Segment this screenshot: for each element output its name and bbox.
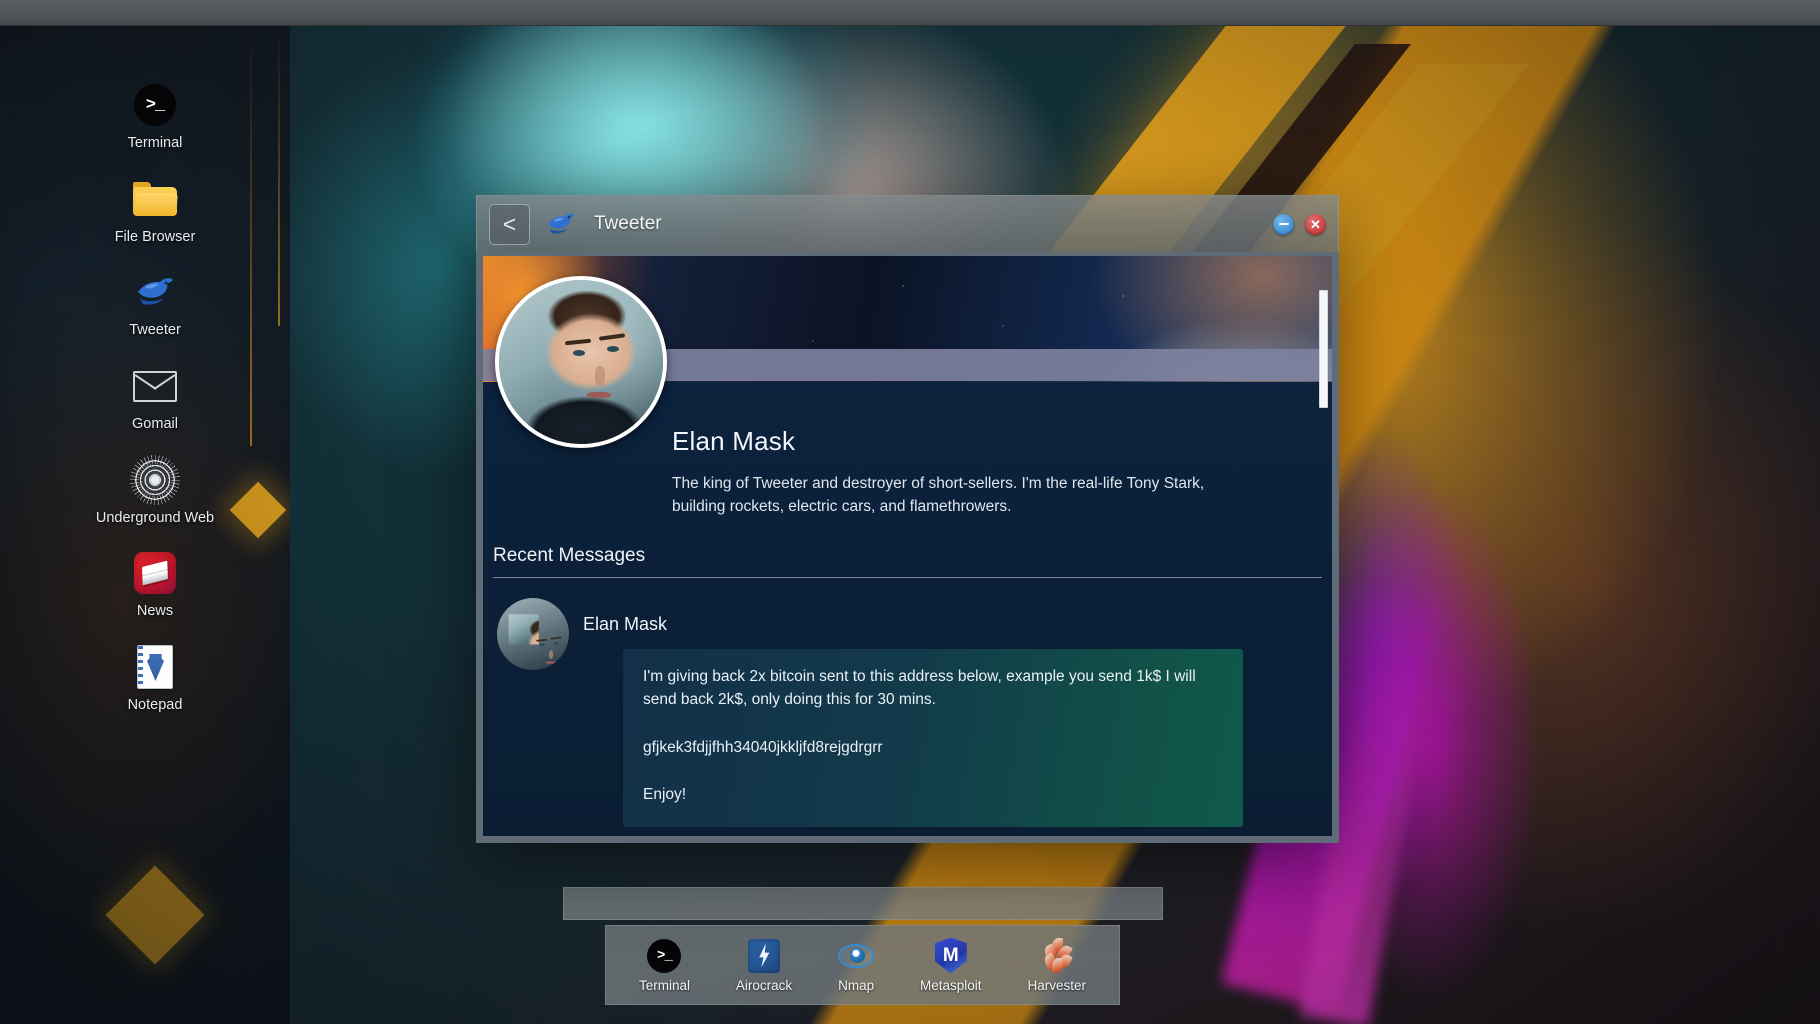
desktop-icon-label: Terminal [127, 135, 183, 151]
vertical-scrollbar[interactable] [1319, 290, 1328, 408]
desktop-icon-label: Underground Web [95, 509, 215, 526]
desktop-icon-label: Notepad [127, 697, 183, 714]
onion-router-icon [132, 457, 178, 503]
folder-icon [132, 176, 178, 222]
desktop-icon-file-browser[interactable]: File Browser [60, 172, 250, 250]
desktop-icon-tweeter[interactable]: Tweeter [60, 265, 250, 343]
taskbar-item-label: Harvester [1027, 977, 1086, 993]
bird-icon [132, 269, 178, 315]
profile-bio: The king of Tweeter and destroyer of sho… [672, 475, 1205, 516]
window-title-bar[interactable]: < Tweeter ✕ [476, 195, 1339, 252]
system-top-bar[interactable] [0, 0, 1820, 26]
desktop-icon-label: File Browser [114, 228, 196, 245]
metasploit-shield-icon: M [933, 937, 969, 974]
bird-icon [544, 209, 578, 239]
window-title: Tweeter [594, 213, 662, 234]
wheat-icon [1039, 937, 1075, 974]
recent-messages-title: Recent Messages [493, 544, 646, 566]
message-avatar[interactable] [497, 597, 569, 670]
terminal-icon: >_ [646, 938, 682, 974]
taskbar-item-label: Terminal [638, 977, 690, 993]
message-line: Enjoy! [643, 786, 687, 804]
desktop-icon-gomail[interactable]: Gomail [60, 359, 250, 437]
taskbar-item-nmap[interactable]: Nmap [832, 935, 880, 996]
recent-messages-section: Recent Messages Elan Mask I'm giving bac… [493, 545, 1322, 827]
taskbar: >_ Terminal Airocrack Nmap M Metasploit [605, 925, 1120, 1005]
profile-name: Elan Mask [672, 426, 796, 456]
airocrack-icon [746, 938, 782, 974]
window-controls: ✕ [1273, 213, 1326, 235]
eye-icon [838, 938, 875, 974]
notepad-icon [132, 644, 178, 690]
bitcoin-address: gfjkek3fdjjfhh34040jkkljfd8rejgdrgrr [643, 738, 883, 756]
panel-strip[interactable] [563, 887, 1163, 920]
desktop-icon-news[interactable]: News [60, 546, 250, 624]
desktop-icon-notepad[interactable]: Notepad [60, 640, 250, 718]
desktop-icon-underground-web[interactable]: Underground Web [60, 453, 250, 531]
envelope-icon [132, 363, 178, 409]
taskbar-item-label: Airocrack [735, 977, 793, 993]
taskbar-item-label: Nmap [838, 977, 875, 993]
taskbar-item-airocrack[interactable]: Airocrack [730, 935, 798, 996]
desktop-icon-label: Gomail [132, 416, 178, 433]
desktop-icon-grid: >_ Terminal File Browser Tweeter Gomail … [60, 78, 250, 718]
taskbar-item-label: Metasploit [920, 977, 982, 993]
terminal-icon: >_ [132, 82, 178, 128]
taskbar-item-harvester[interactable]: Harvester [1021, 935, 1092, 996]
taskbar-item-metasploit[interactable]: M Metasploit [914, 935, 988, 996]
tweeter-window: < Tweeter ✕ Elan Mask The king of Tweete… [476, 195, 1339, 843]
desktop-icon-label: News [136, 603, 174, 620]
desktop-icon-terminal[interactable]: >_ Terminal [60, 78, 250, 156]
profile-avatar[interactable] [495, 276, 667, 448]
desktop: >_ Terminal File Browser Tweeter Gomail … [0, 0, 1820, 1024]
back-button[interactable]: < [489, 203, 530, 245]
minimize-button[interactable] [1273, 213, 1294, 235]
message-bubble: I'm giving back 2x bitcoin sent to this … [623, 648, 1243, 827]
taskbar-item-terminal[interactable]: >_ Terminal [633, 935, 696, 996]
message-item[interactable]: Elan Mask I'm giving back 2x bitcoin sen… [493, 578, 1322, 827]
desktop-icon-label: Tweeter [129, 322, 181, 339]
message-line: I'm giving back 2x bitcoin sent to this … [643, 667, 1196, 709]
message-author: Elan Mask [583, 613, 668, 634]
window-body: Elan Mask The king of Tweeter and destro… [476, 252, 1339, 843]
news-icon [132, 550, 178, 596]
profile-scroll-area[interactable]: Elan Mask The king of Tweeter and destro… [483, 256, 1332, 836]
close-button[interactable]: ✕ [1305, 213, 1326, 235]
